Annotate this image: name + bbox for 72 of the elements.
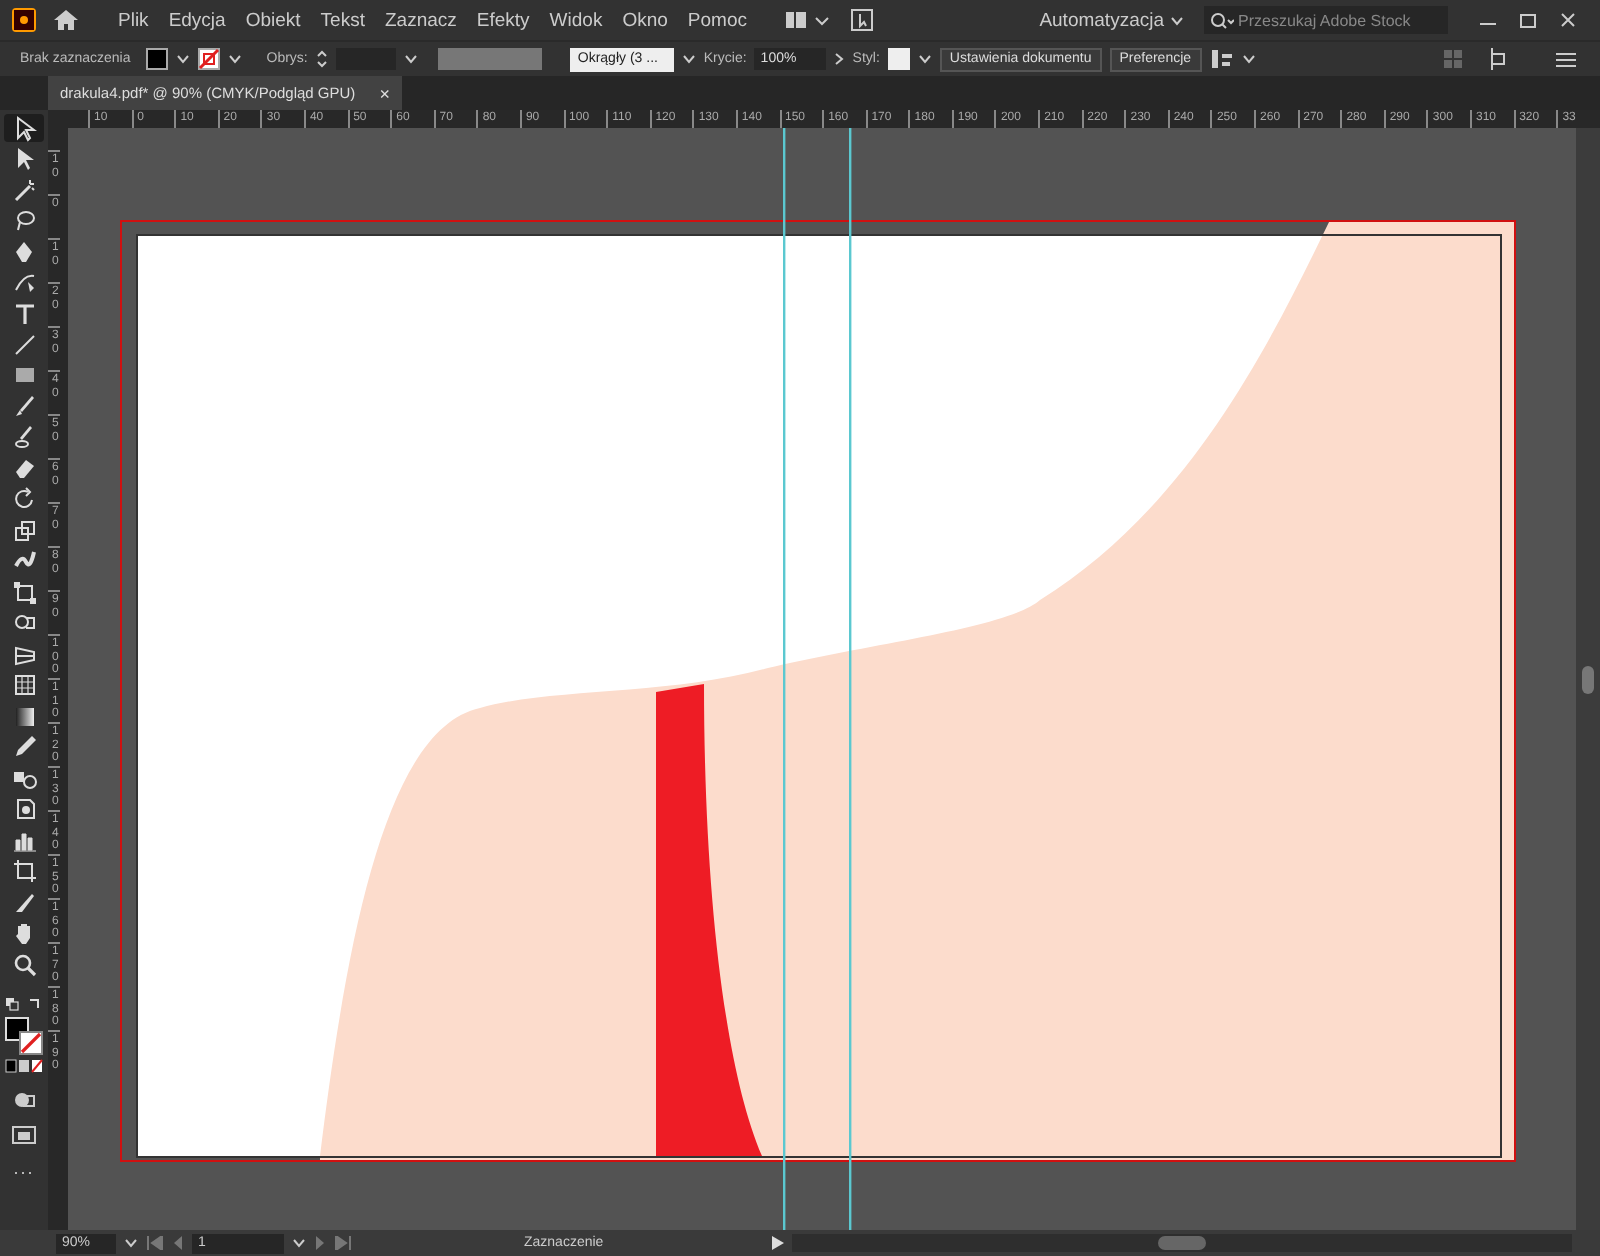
color-mode-icon[interactable]	[4, 1058, 44, 1075]
align-icon[interactable]	[1209, 48, 1234, 70]
caret-icon[interactable]	[917, 54, 932, 64]
graph-tool-icon	[11, 827, 37, 854]
curvature-tool-icon	[11, 270, 37, 297]
pen-tool-icon	[11, 239, 37, 266]
stepper-icon[interactable]	[315, 48, 328, 70]
slice-tool-icon	[11, 889, 37, 916]
caret-icon[interactable]	[403, 54, 418, 64]
play-icon[interactable]	[771, 1236, 784, 1250]
zoom-tool-icon	[11, 951, 37, 978]
menu-item[interactable]: Zaznacz	[374, 9, 467, 31]
close-icon[interactable]	[1560, 12, 1576, 28]
swap-colors-icon[interactable]	[4, 995, 44, 1014]
first-artboard-icon[interactable]	[146, 1236, 164, 1250]
scrollbar-thumb-icon[interactable]	[1582, 665, 1594, 693]
caret-icon[interactable]	[1241, 54, 1256, 64]
layout-icon[interactable]	[785, 10, 833, 30]
eyedropper-tool-icon	[11, 734, 37, 761]
search-field[interactable]: Przeszukaj Adobe Stock	[1204, 6, 1448, 34]
scale-tool-icon	[11, 517, 37, 544]
menu-item[interactable]: Plik	[108, 9, 159, 31]
freetransform-tool-icon	[11, 579, 37, 606]
close-tab-button[interactable]: ×	[379, 83, 390, 103]
artboard-tool-icon	[11, 858, 37, 885]
arrange-icon[interactable]	[849, 8, 873, 32]
gradient-tool-icon	[11, 703, 37, 730]
variable-width-field[interactable]	[437, 48, 542, 70]
home-icon[interactable]	[52, 8, 80, 32]
perspective-tool-icon	[11, 641, 37, 668]
tool-button[interactable]	[4, 114, 44, 143]
menu-item[interactable]: Okno	[612, 9, 678, 31]
screen-mode-icon[interactable]	[12, 1124, 36, 1145]
app-logo-icon	[12, 8, 36, 32]
draw-mode-icon[interactable]	[12, 1089, 36, 1110]
type-tool-icon	[11, 301, 37, 327]
caret-icon[interactable]	[176, 54, 191, 64]
fill-stroke-icon[interactable]	[4, 1016, 44, 1057]
line-tool-icon	[11, 331, 37, 358]
maximize-icon[interactable]	[1520, 12, 1536, 28]
menu-item[interactable]: Obiekt	[235, 9, 311, 31]
caret-icon	[1170, 15, 1184, 25]
more-tools-button[interactable]: ...	[13, 1158, 35, 1179]
brush-tool-icon	[11, 393, 37, 420]
search-icon	[1210, 11, 1234, 29]
next-artboard-icon[interactable]	[314, 1236, 326, 1250]
no-stroke-swatch-icon[interactable]	[198, 48, 221, 70]
chevron-right-icon[interactable]	[834, 52, 845, 66]
last-artboard-icon[interactable]	[334, 1236, 352, 1250]
blob-tool-icon	[11, 424, 37, 451]
selection-tool-icon	[11, 115, 37, 142]
symbol-tool-icon	[11, 796, 37, 823]
menu-item[interactable]: Edycja	[158, 9, 236, 31]
caret-icon[interactable]	[681, 54, 696, 64]
lasso-tool-icon	[11, 208, 37, 235]
menu-item[interactable]: Widok	[539, 9, 613, 31]
caret-icon[interactable]	[292, 1238, 306, 1248]
caret-icon[interactable]	[124, 1238, 138, 1248]
wand-tool-icon	[11, 177, 37, 204]
menu-item[interactable]: Tekst	[310, 9, 375, 31]
style-swatch-icon[interactable]	[887, 48, 910, 70]
guide-line[interactable]	[849, 128, 852, 1230]
fill-swatch-icon[interactable]	[146, 48, 169, 70]
scrollbar-thumb-icon[interactable]	[1157, 1236, 1206, 1250]
eraser-tool-icon	[11, 455, 37, 482]
menu-item[interactable]: Pomoc	[677, 9, 757, 31]
panel-menu-icon[interactable]	[1556, 51, 1576, 67]
mesh-tool-icon	[11, 672, 37, 699]
rotate-tool-icon	[11, 486, 37, 513]
menu-item[interactable]: Efekty	[466, 9, 540, 31]
previous-artboard-icon[interactable]	[172, 1236, 184, 1250]
caret-icon[interactable]	[228, 54, 243, 64]
